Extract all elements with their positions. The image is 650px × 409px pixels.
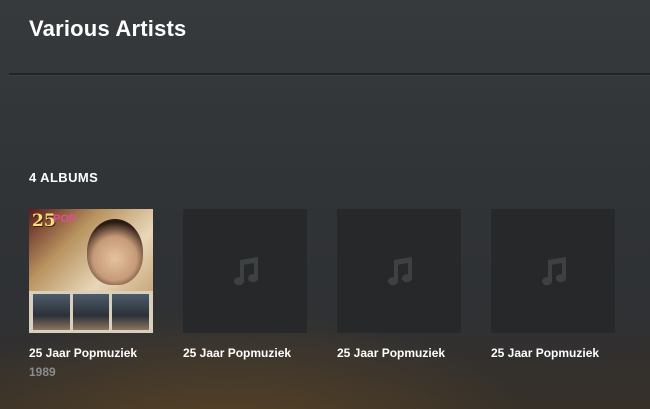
album-card-1[interactable]: 25 POP 25 Jaar Popmuziek 1989 bbox=[29, 209, 153, 380]
album-cover-art[interactable]: 25 POP bbox=[29, 209, 153, 333]
album-card-3[interactable]: 25 Jaar Popmuziek bbox=[337, 209, 461, 380]
album-title[interactable]: 25 Jaar Popmuziek bbox=[29, 346, 153, 361]
artist-title: Various Artists bbox=[29, 16, 187, 41]
album-title[interactable]: 25 Jaar Popmuziek bbox=[337, 346, 461, 361]
music-note-icon bbox=[234, 257, 259, 286]
album-year: 1989 bbox=[29, 365, 56, 379]
album-card-2[interactable]: 25 Jaar Popmuziek bbox=[183, 209, 307, 380]
album-title[interactable]: 25 Jaar Popmuziek bbox=[491, 346, 615, 361]
album-title[interactable]: 25 Jaar Popmuziek bbox=[183, 346, 307, 361]
album-year bbox=[337, 365, 461, 380]
cover-photo-strip bbox=[29, 291, 153, 333]
cover-pop-word: POP bbox=[53, 213, 77, 225]
cover-photo bbox=[33, 294, 70, 330]
music-note-icon bbox=[388, 257, 413, 286]
music-note-icon bbox=[542, 257, 567, 286]
cover-photo bbox=[112, 294, 150, 330]
albums-count-heading: 4 ALBUMS bbox=[29, 170, 99, 185]
album-card-4[interactable]: 25 Jaar Popmuziek bbox=[491, 209, 615, 380]
album-placeholder-art[interactable] bbox=[183, 209, 307, 333]
album-year bbox=[183, 365, 307, 380]
album-grid: 25 POP 25 Jaar Popmuziek 1989 25 Jaar Po… bbox=[29, 209, 615, 380]
album-placeholder-art[interactable] bbox=[491, 209, 615, 333]
album-year bbox=[491, 365, 615, 380]
header-divider bbox=[9, 73, 650, 76]
cover-portrait bbox=[87, 219, 143, 285]
cover-photo bbox=[72, 294, 110, 330]
album-placeholder-art[interactable] bbox=[337, 209, 461, 333]
